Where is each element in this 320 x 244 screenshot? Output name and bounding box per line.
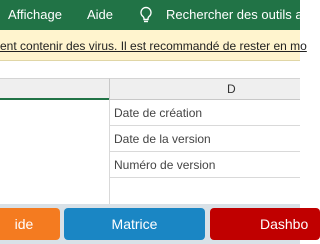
column-header-label: D [227,82,236,96]
security-warning-text: ent contenir des virus. Il est recommand… [0,39,307,53]
cell-date-creation[interactable]: Date de création [109,100,300,126]
cell-empty[interactable] [109,178,300,204]
tab-affichage[interactable]: Affichage [8,7,62,22]
tell-me-search[interactable]: Rechercher des outils ada [166,7,317,22]
protected-view-banner: ent contenir des virus. Il est recommand… [0,30,307,61]
tab-aide[interactable]: Aide [87,7,113,22]
column-header-d[interactable]: D [109,78,300,100]
merged-cell[interactable] [0,100,109,204]
lightbulb-icon[interactable] [136,5,156,25]
sheet-tab-matrice[interactable]: Matrice [64,208,205,240]
sheet-tab-dashboard[interactable]: Dashbo [210,208,320,240]
cell-numero-version[interactable]: Numéro de version [109,152,300,178]
cell-date-version[interactable]: Date de la version [109,126,300,152]
sheet-tab-aide[interactable]: ide [0,208,60,240]
worksheet-grid: Date de création Date de la version Numé… [0,100,300,204]
formula-bar-area [0,62,300,78]
cell-label: Date de création [114,106,203,120]
column-header-c[interactable] [0,78,109,100]
cell-label: Date de la version [114,132,211,146]
cell-label: Numéro de version [114,158,216,172]
sheet-tab-label: Dashbo [260,216,309,232]
sheet-tab-bar: ide Matrice Dashbo [0,204,320,244]
ribbon-tab-bar: Affichage Aide Rechercher des outils ada [0,0,317,30]
